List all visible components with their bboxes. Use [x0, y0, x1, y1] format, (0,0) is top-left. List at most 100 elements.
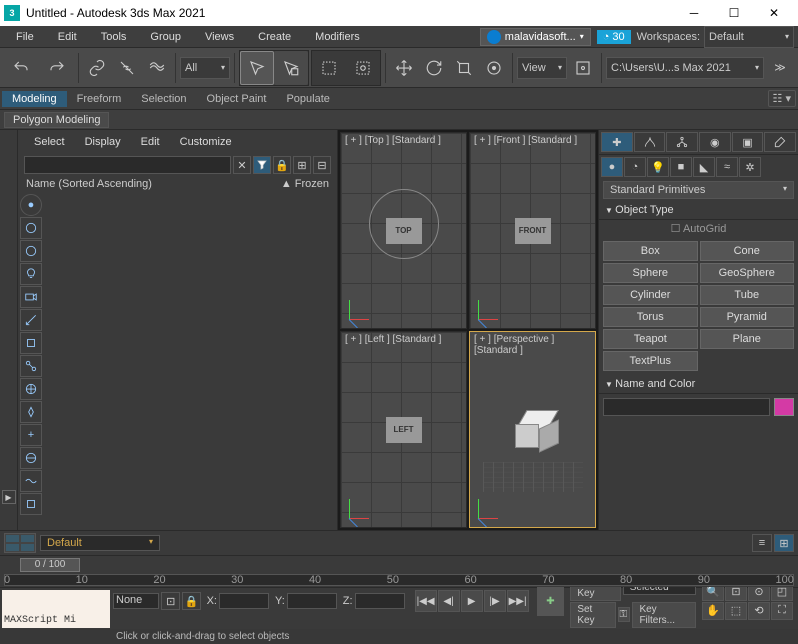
pan-button[interactable]: ✋: [702, 602, 724, 620]
setkey-toggle[interactable]: Set Key: [570, 602, 615, 628]
systems-cat[interactable]: ✲: [739, 157, 761, 177]
viewcube-top[interactable]: TOP: [386, 218, 422, 244]
column-name[interactable]: Name (Sorted Ascending): [26, 178, 281, 190]
display-tab[interactable]: ▣: [732, 132, 764, 152]
teapot-button[interactable]: Teapot: [603, 329, 698, 349]
ref-coord-dropdown[interactable]: View▾: [517, 57, 567, 79]
menu-views[interactable]: Views: [193, 31, 246, 43]
rect-region-button[interactable]: [312, 51, 346, 85]
menu-tools[interactable]: Tools: [89, 31, 139, 43]
expand-strip-button[interactable]: ▶: [2, 490, 16, 504]
unlink-button[interactable]: [113, 54, 141, 82]
layer-stack-button[interactable]: ≡: [752, 534, 772, 552]
project-path-dropdown[interactable]: C:\Users\U...s Max 2021▾: [606, 57, 764, 79]
lock-selection-button[interactable]: 🔒: [182, 592, 201, 610]
autogrid-checkbox[interactable]: AutoGrid: [599, 220, 798, 237]
z-input[interactable]: [355, 593, 405, 609]
filter-hidden-icon[interactable]: +: [20, 424, 42, 446]
viewport-perspective[interactable]: [ + ] [Perspective ] [Standard ]: [469, 331, 596, 528]
torus-button[interactable]: Torus: [603, 307, 698, 327]
timeline[interactable]: 0 / 100 0102030405060708090100: [0, 555, 798, 587]
filter-geometry-icon[interactable]: [20, 217, 42, 239]
create-tab[interactable]: ✚: [601, 132, 633, 152]
viewport-front[interactable]: [ + ] [Front ] [Standard ] FRONT: [469, 132, 596, 329]
scene-tab-customize[interactable]: Customize: [172, 134, 240, 150]
scene-tab-display[interactable]: Display: [77, 134, 129, 150]
prev-frame-button[interactable]: ◀|: [438, 590, 460, 612]
viewport-left-label[interactable]: [ + ] [Left ] [Standard ]: [345, 334, 441, 345]
scene-column-header[interactable]: Name (Sorted Ascending) ▲ Frozen: [18, 176, 337, 192]
autosave-timer[interactable]: ◔ 30: [597, 30, 631, 44]
menu-group[interactable]: Group: [138, 31, 193, 43]
modify-tab[interactable]: [634, 132, 666, 152]
undo-button[interactable]: [4, 51, 38, 85]
textplus-button[interactable]: TextPlus: [603, 351, 698, 371]
cone-button[interactable]: Cone: [700, 241, 795, 261]
scene-search-input[interactable]: [24, 156, 231, 174]
filter-misc-icon[interactable]: [20, 493, 42, 515]
goto-end-button[interactable]: ▶▶|: [507, 590, 529, 612]
max-viewport-button[interactable]: ⛶: [771, 602, 793, 620]
walk-button[interactable]: ⬚: [725, 602, 747, 620]
next-frame-button[interactable]: |▶: [484, 590, 506, 612]
use-pivot-button[interactable]: [569, 54, 597, 82]
lights-cat[interactable]: 💡: [647, 157, 669, 177]
filter-helpers-icon[interactable]: [20, 309, 42, 331]
cylinder-button[interactable]: Cylinder: [603, 285, 698, 305]
maximize-button[interactable]: ☐: [714, 0, 754, 26]
filter-lights-icon[interactable]: [20, 263, 42, 285]
menu-file[interactable]: File: [4, 31, 46, 43]
rotate-button[interactable]: [420, 54, 448, 82]
lock-button[interactable]: 🔒: [273, 156, 291, 174]
viewport-top-label[interactable]: [ + ] [Top ] [Standard ]: [345, 135, 441, 146]
object-type-rollout[interactable]: Object Type: [599, 201, 798, 220]
filter-toggle-button[interactable]: [253, 156, 271, 174]
ribbon-collapse-button[interactable]: ☷ ▾: [768, 90, 796, 107]
viewcube-perspective[interactable]: [513, 410, 553, 450]
ribbon-objectpaint-tab[interactable]: Object Paint: [197, 91, 277, 107]
menu-modifiers[interactable]: Modifiers: [303, 31, 372, 43]
filter-cameras-icon[interactable]: [20, 286, 42, 308]
filter-groups-icon[interactable]: [20, 447, 42, 469]
polygon-modeling-panel[interactable]: Polygon Modeling: [4, 112, 109, 128]
selection-set-field[interactable]: None: [113, 593, 159, 609]
view-mode-button-1[interactable]: ⊞: [293, 156, 311, 174]
goto-start-button[interactable]: |◀◀: [415, 590, 437, 612]
layer-dropdown[interactable]: Default▾: [40, 535, 160, 551]
bind-spacewarp-button[interactable]: [143, 54, 171, 82]
move-button[interactable]: [390, 54, 418, 82]
object-name-input[interactable]: [603, 398, 770, 416]
filter-spacewarps-icon[interactable]: [20, 332, 42, 354]
x-input[interactable]: [219, 593, 269, 609]
filter-containers-icon[interactable]: [20, 378, 42, 400]
scene-list[interactable]: [44, 192, 337, 530]
viewcube-front[interactable]: FRONT: [515, 218, 551, 244]
menu-create[interactable]: Create: [246, 31, 303, 43]
play-button[interactable]: ▶: [461, 590, 483, 612]
clear-search-button[interactable]: ✕: [233, 156, 251, 174]
y-input[interactable]: [287, 593, 337, 609]
window-crossing-button[interactable]: [346, 51, 380, 85]
placement-button[interactable]: [480, 54, 508, 82]
workspace-dropdown[interactable]: Default ▾: [704, 26, 794, 48]
motion-tab[interactable]: ◉: [699, 132, 731, 152]
viewport-top[interactable]: [ + ] [Top ] [Standard ] TOP: [340, 132, 467, 329]
filter-all-icon[interactable]: ●: [20, 194, 42, 216]
sphere-button[interactable]: Sphere: [603, 263, 698, 283]
name-and-color-rollout[interactable]: Name and Color: [599, 375, 798, 394]
layer-tree-button[interactable]: ⊞: [774, 534, 794, 552]
box-button[interactable]: Box: [603, 241, 698, 261]
orbit-button[interactable]: ⟲: [748, 602, 770, 620]
menu-edit[interactable]: Edit: [46, 31, 89, 43]
select-object-button[interactable]: [240, 51, 274, 85]
ribbon-selection-tab[interactable]: Selection: [131, 91, 196, 107]
viewport-front-label[interactable]: [ + ] [Front ] [Standard ]: [474, 135, 577, 146]
scene-tab-edit[interactable]: Edit: [133, 134, 168, 150]
redo-button[interactable]: [40, 51, 74, 85]
geometry-cat[interactable]: ●: [601, 157, 623, 177]
viewport-persp-label[interactable]: [ + ] [Perspective ] [Standard ]: [474, 334, 595, 356]
geosphere-button[interactable]: GeoSphere: [700, 263, 795, 283]
viewcube-left[interactable]: LEFT: [386, 417, 422, 443]
filter-bone-icon[interactable]: [20, 355, 42, 377]
viewport-left[interactable]: [ + ] [Left ] [Standard ] LEFT: [340, 331, 467, 528]
